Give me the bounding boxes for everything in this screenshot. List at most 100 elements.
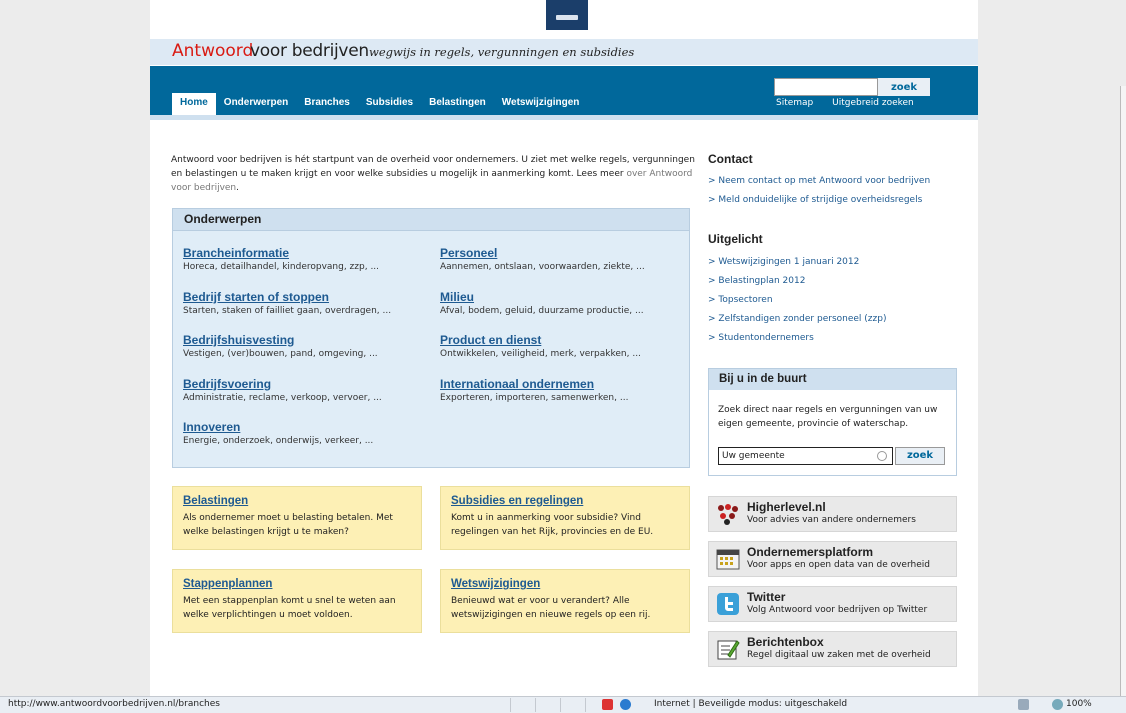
- security-icon[interactable]: [1018, 699, 1029, 710]
- contact-link[interactable]: > Neem contact op met Antwoord voor bedr…: [708, 172, 930, 191]
- tile-title: Higherlevel.nl: [747, 500, 826, 514]
- site-header: Antwoord voor bedrijven wegwijs in regel…: [150, 39, 978, 65]
- uitgelicht-link[interactable]: > Topsectoren: [708, 291, 886, 310]
- status-zone[interactable]: Internet | Beveiligde modus: uitgeschake…: [654, 699, 847, 709]
- sitemap-link[interactable]: Sitemap: [776, 98, 813, 108]
- uitgelicht-label: Topsectoren: [718, 295, 773, 305]
- topic-title[interactable]: Personeel: [440, 245, 698, 261]
- topic-innoveren: Innoveren Energie, onderzoek, onderwijs,…: [183, 419, 441, 448]
- government-logo-icon: [546, 0, 588, 30]
- topic-title[interactable]: Milieu: [440, 289, 698, 305]
- tile-title: Ondernemersplatform: [747, 545, 874, 559]
- topic-title[interactable]: Internationaal ondernemen: [440, 376, 698, 392]
- topic-bedrijfshuisvesting: Bedrijfshuisvesting Vestigen, (ver)bouwe…: [183, 332, 441, 361]
- topic-title[interactable]: Product en dienst: [440, 332, 698, 348]
- notepad-icon: [717, 640, 740, 660]
- search-button[interactable]: zoek: [878, 78, 930, 96]
- municipality-input[interactable]: Uw gemeente: [718, 447, 893, 465]
- box-text: Komt u in aanmerking voor subsidie? Vind…: [451, 513, 654, 537]
- topic-title[interactable]: Bedrijfshuisvesting: [183, 332, 441, 348]
- box-title[interactable]: Subsidies en regelingen: [451, 494, 679, 509]
- calendar-icon: [716, 549, 740, 570]
- nav-branches[interactable]: Branches: [296, 93, 358, 115]
- municipality-search-button[interactable]: zoek: [895, 447, 945, 465]
- logo-antwoord[interactable]: Antwoord: [172, 41, 253, 61]
- window-scrollbar[interactable]: [1120, 86, 1126, 696]
- topic-subtitle: Exporteren, importeren, samenwerken, ...: [440, 393, 629, 403]
- topic-title[interactable]: Bedrijf starten of stoppen: [183, 289, 441, 305]
- page: Antwoord voor bedrijven wegwijs in regel…: [150, 0, 978, 696]
- topic-product-en-dienst: Product en dienst Ontwikkelen, veilighei…: [440, 332, 698, 361]
- tile-twitter[interactable]: Twitter Volg Antwoord voor bedrijven op …: [708, 586, 957, 622]
- tile-berichtenbox[interactable]: Berichtenbox Regel digitaal uw zaken met…: [708, 631, 957, 667]
- search-form: zoek: [774, 78, 930, 96]
- status-separator: [535, 698, 536, 712]
- topic-title[interactable]: Bedrijfsvoering: [183, 376, 441, 392]
- box-title[interactable]: Stappenplannen: [183, 577, 411, 592]
- tile-subtitle: Voor advies van andere ondernemers: [747, 515, 916, 525]
- box-title[interactable]: Wetswijzigingen: [451, 577, 679, 592]
- topic-title[interactable]: Innoveren: [183, 419, 441, 435]
- tile-title: Twitter: [747, 590, 786, 604]
- search-input[interactable]: [774, 78, 878, 96]
- topic-subtitle: Vestigen, (ver)bouwen, pand, omgeving, .…: [183, 349, 378, 359]
- uitgelicht-link[interactable]: > Zelfstandigen zonder personeel (zzp): [708, 310, 886, 329]
- contact-section: Contact > Neem contact op met Antwoord v…: [708, 152, 930, 210]
- nav-onderwerpen[interactable]: Onderwerpen: [216, 93, 296, 115]
- twitter-icon: [717, 593, 739, 615]
- topic-subtitle: Aannemen, ontslaan, voorwaarden, ziekte,…: [440, 262, 645, 272]
- main-nav: Home Onderwerpen Branches Subsidies Bela…: [172, 93, 587, 115]
- advanced-search-link[interactable]: Uitgebreid zoeken: [832, 98, 914, 108]
- box-belastingen: Belastingen Als ondernemer moet u belast…: [172, 486, 422, 550]
- uitgelicht-label: Studentondernemers: [718, 333, 814, 343]
- tile-ondernemersplatform[interactable]: Ondernemersplatform Voor apps en open da…: [708, 541, 957, 577]
- contact-heading: Contact: [708, 152, 753, 166]
- topic-internationaal: Internationaal ondernemen Exporteren, im…: [440, 376, 698, 405]
- zoom-icon[interactable]: [1052, 699, 1063, 710]
- box-subsidies: Subsidies en regelingen Komt u in aanmer…: [440, 486, 690, 550]
- topic-brancheinformatie: Brancheinformatie Horeca, detailhandel, …: [183, 245, 441, 274]
- topic-subtitle: Horeca, detailhandel, kinderopvang, zzp,…: [183, 262, 380, 272]
- topic-bedrijf-starten: Bedrijf starten of stoppen Starten, stak…: [183, 289, 441, 318]
- tile-higherlevel[interactable]: Higherlevel.nl Voor advies van andere on…: [708, 496, 957, 532]
- logo-voor-bedrijven[interactable]: voor bedrijven: [250, 41, 369, 61]
- uitgelicht-label: Belastingplan 2012: [718, 276, 806, 286]
- onderwerpen-heading: Onderwerpen: [173, 209, 689, 231]
- navigation-bar: zoek Sitemap Uitgebreid zoeken Home Onde…: [150, 66, 978, 115]
- nav-wetswijzigingen[interactable]: Wetswijzigingen: [494, 93, 588, 115]
- nav-subsidies[interactable]: Subsidies: [358, 93, 421, 115]
- nav-belastingen[interactable]: Belastingen: [421, 93, 494, 115]
- uitgelicht-heading: Uitgelicht: [708, 232, 763, 246]
- status-separator: [560, 698, 561, 712]
- box-title[interactable]: Belastingen: [183, 494, 411, 509]
- nav-divider: [150, 115, 978, 120]
- uitgelicht-link[interactable]: > Wetswijzigingen 1 januari 2012: [708, 253, 886, 272]
- intro-text: Antwoord voor bedrijven is hét startpunt…: [171, 153, 701, 195]
- status-zoom[interactable]: 100%: [1066, 699, 1092, 709]
- uitgelicht-link[interactable]: > Belastingplan 2012: [708, 272, 886, 291]
- topic-subtitle: Ontwikkelen, veiligheid, merk, verpakken…: [440, 349, 641, 359]
- report-rules-link[interactable]: > Meld onduidelijke of strijdige overhei…: [708, 191, 930, 210]
- report-rules-label: Meld onduidelijke of strijdige overheids…: [718, 195, 923, 205]
- status-url: http://www.antwoordvoorbedrijven.nl/bran…: [8, 699, 220, 709]
- nav-home[interactable]: Home: [172, 93, 216, 115]
- uitgelicht-section: Uitgelicht > Wetswijzigingen 1 januari 2…: [708, 232, 886, 348]
- blocked-icon[interactable]: [602, 699, 613, 710]
- top-links: Sitemap Uitgebreid zoeken: [776, 98, 930, 108]
- topic-subtitle: Administratie, reclame, verkoop, vervoer…: [183, 393, 382, 403]
- topic-title[interactable]: Brancheinformatie: [183, 245, 441, 261]
- tile-subtitle: Volg Antwoord voor bedrijven op Twitter: [747, 605, 928, 615]
- intro-body: Antwoord voor bedrijven is hét startpunt…: [171, 155, 695, 179]
- topic-milieu: Milieu Afval, bodem, geluid, duurzame pr…: [440, 289, 698, 318]
- globe-icon: [620, 699, 631, 710]
- bij-u-in-de-buurt-panel: Bij u in de buurt Zoek direct naar regel…: [708, 368, 957, 476]
- uitgelicht-label: Zelfstandigen zonder personeel (zzp): [718, 314, 887, 324]
- topic-subtitle: Starten, staken of failliet gaan, overdr…: [183, 306, 392, 316]
- tagline: wegwijs in regels, vergunningen en subsi…: [369, 45, 635, 59]
- box-wetswijzigingen: Wetswijzigingen Benieuwd wat er voor u v…: [440, 569, 690, 633]
- status-separator: [510, 698, 511, 712]
- uitgelicht-link[interactable]: > Studentondernemers: [708, 329, 886, 348]
- box-stappenplannen: Stappenplannen Met een stappenplan komt …: [172, 569, 422, 633]
- clear-icon: [877, 451, 887, 461]
- contact-link-label: Neem contact op met Antwoord voor bedrij…: [718, 176, 931, 186]
